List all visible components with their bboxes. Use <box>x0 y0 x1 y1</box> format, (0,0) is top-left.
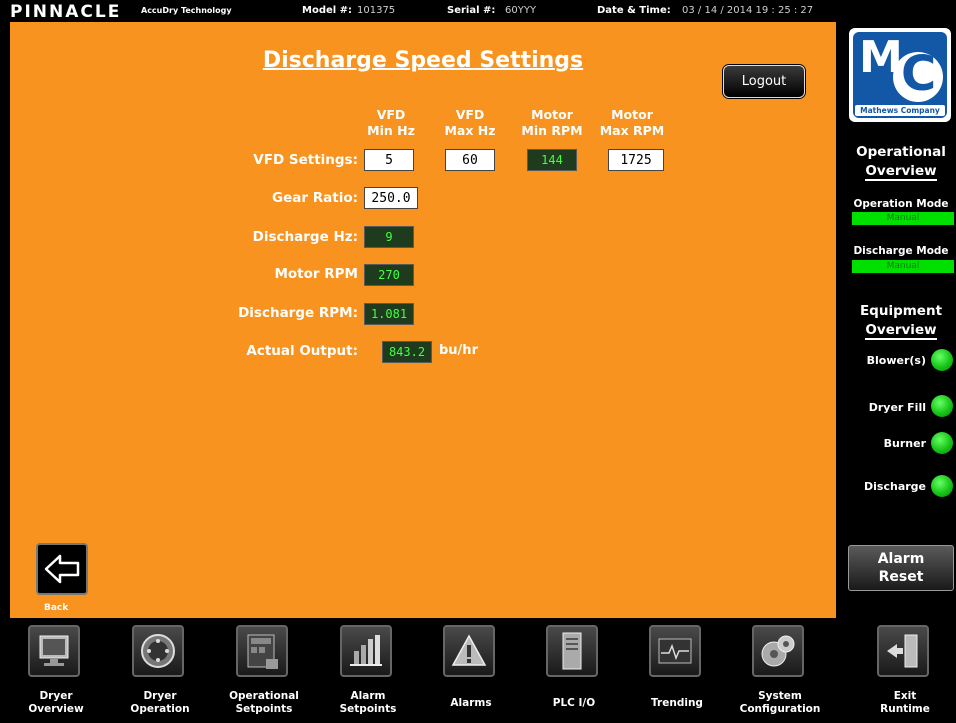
operation-mode-value: Manual <box>852 212 954 225</box>
gear-ratio-input[interactable]: 250.0 <box>364 187 418 209</box>
motor-rpm-label: Motor RPM <box>274 266 358 282</box>
nav-system-configuration-button[interactable] <box>752 625 808 677</box>
equipment-blowers-label: Blower(s) <box>866 354 926 367</box>
company-logo-mark: M C Mathews Company <box>853 32 947 118</box>
column-header-vfd-max-hz: VFD Max Hz <box>444 107 496 138</box>
nav-exit-runtime-label: Exit Runtime <box>880 690 930 715</box>
motor-max-rpm-input[interactable]: 1725 <box>608 149 664 171</box>
vfd-settings-label: VFD Settings: <box>253 152 358 168</box>
nav-operational-setpoints-label: Operational Setpoints <box>229 690 299 715</box>
burner-status-indicator <box>931 432 953 454</box>
exit-door-icon <box>877 625 929 677</box>
brand-subtitle: AccuDry Technology <box>141 6 232 15</box>
warning-icon <box>443 625 495 677</box>
nav-plc-io-label: PLC I/O <box>552 697 596 709</box>
nav-system-configuration-label: System Configuration <box>739 690 821 715</box>
nav-alarm-setpoints-label: Alarm Setpoints <box>339 690 397 715</box>
chart-hand-icon <box>340 625 392 677</box>
blowers-status-indicator <box>931 349 953 371</box>
monitor-icon <box>28 625 80 677</box>
nav-dryer-operation-button[interactable] <box>132 625 188 677</box>
operational-overview-heading: Operational Overview <box>856 144 946 181</box>
column-header-motor-min-rpm: Motor Min RPM <box>521 107 583 138</box>
gear-ratio-label: Gear Ratio: <box>272 190 358 206</box>
datetime-label: Date & Time: <box>597 5 671 16</box>
column-header-vfd-min-hz: VFD Min Hz <box>367 107 415 138</box>
back-button[interactable] <box>36 543 88 595</box>
operation-mode-label: Operation Mode <box>853 198 949 210</box>
nav-trending-button[interactable] <box>649 625 705 677</box>
discharge-hz-label: Discharge Hz: <box>252 229 358 245</box>
vfd-min-hz-input[interactable]: 5 <box>364 149 414 171</box>
discharge-mode-value: Manual <box>852 260 954 273</box>
discharge-rpm-label: Discharge RPM: <box>238 305 358 321</box>
model-label: Model #: <box>302 5 353 16</box>
model-value: 101375 <box>357 5 396 16</box>
dryer-fill-status-indicator <box>931 395 953 417</box>
logout-button[interactable]: Logout <box>723 65 805 98</box>
nav-operational-setpoints-button[interactable] <box>236 625 292 677</box>
vfd-max-hz-input[interactable]: 60 <box>445 149 495 171</box>
nav-dryer-overview-label: Dryer Overview <box>28 690 84 715</box>
discharge-mode-label: Discharge Mode <box>853 245 949 257</box>
back-label: Back <box>44 603 69 613</box>
nav-dryer-overview-button[interactable] <box>28 625 84 677</box>
motor-min-rpm-display: 144 <box>527 149 577 171</box>
nav-trending-label: Trending <box>651 697 703 709</box>
nav-plc-io-button[interactable] <box>546 625 602 677</box>
discharge-rpm-display: 1.081 <box>364 303 414 325</box>
actual-output-label: Actual Output: <box>246 343 358 359</box>
gears-icon <box>752 625 804 677</box>
dial-icon <box>132 625 184 677</box>
nav-alarms-button[interactable] <box>443 625 499 677</box>
equipment-burner-label: Burner <box>883 437 926 450</box>
discharge-hz-display: 9 <box>364 226 414 248</box>
serial-value: 60YYY <box>505 5 537 16</box>
discharge-status-indicator <box>931 475 953 497</box>
column-header-motor-max-rpm: Motor Max RPM <box>599 107 665 138</box>
brand-logo-text: PINNACLE <box>10 2 122 22</box>
back-arrow-icon <box>44 554 80 584</box>
nav-alarms-label: Alarms <box>450 697 492 709</box>
nav-exit-runtime-button[interactable] <box>877 625 933 677</box>
equipment-dryer-fill-label: Dryer Fill <box>868 401 926 414</box>
actual-output-display: 843.2 <box>382 341 432 363</box>
server-icon <box>546 625 598 677</box>
datetime-value: 03 / 14 / 2014 19 : 25 : 27 <box>682 5 814 16</box>
actual-output-unit: bu/hr <box>439 343 478 358</box>
equipment-discharge-label: Discharge <box>864 480 926 493</box>
serial-label: Serial #: <box>447 5 496 16</box>
trend-icon <box>649 625 701 677</box>
page-title: Discharge Speed Settings <box>262 48 584 73</box>
nav-dryer-operation-label: Dryer Operation <box>130 690 190 715</box>
equipment-overview-heading: Equipment Overview <box>859 303 943 340</box>
motor-rpm-display: 270 <box>364 264 414 286</box>
nav-alarm-setpoints-button[interactable] <box>340 625 396 677</box>
alarm-reset-button[interactable]: Alarm Reset <box>848 545 954 591</box>
panel-icon <box>236 625 288 677</box>
